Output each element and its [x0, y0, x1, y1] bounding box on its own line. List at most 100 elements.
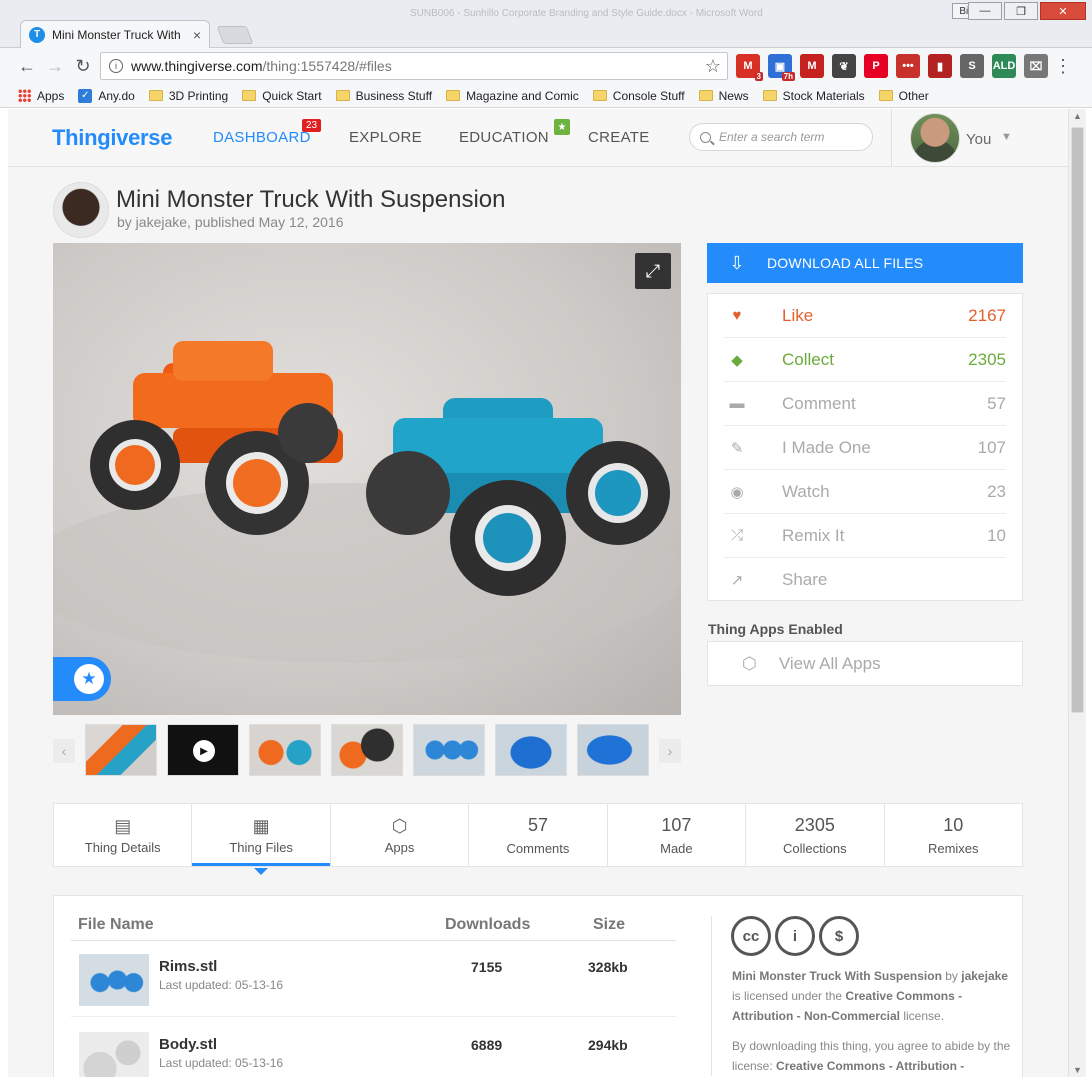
user-menu-label[interactable]: You: [966, 131, 991, 148]
thumbnail-video[interactable]: ▶: [167, 724, 239, 776]
tab-thing-files[interactable]: ▦ Thing Files: [192, 804, 331, 875]
bookmark-star-icon[interactable]: ☆: [705, 56, 721, 77]
page-scrollbar[interactable]: ▲ ▼: [1068, 109, 1086, 1077]
bookmark-label: Apps: [37, 88, 65, 103]
license-author[interactable]: jakejake: [961, 969, 1008, 983]
tab-apps[interactable]: ⬡ Apps: [331, 804, 470, 866]
minimize-button[interactable]: —: [968, 2, 1002, 20]
bookmark-console-stuff[interactable]: Console Stuff: [592, 89, 685, 103]
collect-action[interactable]: ◆ Collect 2305: [724, 338, 1006, 382]
favorite-button[interactable]: ★: [53, 657, 111, 701]
chevron-right-icon[interactable]: ›: [659, 739, 681, 763]
file-name[interactable]: Body.stl: [159, 1036, 217, 1053]
restore-button[interactable]: ❐: [1004, 2, 1038, 20]
gmail-icon[interactable]: M3: [736, 54, 763, 81]
thingiverse-logo[interactable]: Thingiverse: [52, 125, 172, 151]
bookmark-label: Business Stuff: [355, 88, 433, 103]
browser-tab[interactable]: T Mini Monster Truck With ×: [20, 20, 210, 48]
bookmark-any-do[interactable]: ✓ Any.do: [78, 88, 135, 103]
thumbnail-3[interactable]: [249, 724, 321, 776]
bookmark-apps[interactable]: Apps: [18, 89, 64, 103]
bookmark-ext-icon[interactable]: ▮: [928, 54, 952, 78]
chevron-left-icon[interactable]: ‹: [53, 739, 75, 763]
license-thing-name[interactable]: Mini Monster Truck With Suspension: [732, 969, 942, 983]
remix-action[interactable]: ⤮ Remix It 10: [724, 514, 1006, 558]
comment-count: 57: [987, 393, 1006, 413]
close-window-button[interactable]: ✕: [1040, 2, 1086, 20]
file-row[interactable]: Rims.stl Last updated: 05-13-16 7155 328kb: [71, 941, 676, 1017]
fullscreen-expand-icon[interactable]: ⤢: [635, 253, 671, 289]
comment-action[interactable]: ▬ Comment 57: [724, 382, 1006, 426]
thing-tabs: ▤ Thing Details ▦ Thing Files ⬡ Apps 57 Comment…: [53, 803, 1023, 875]
chevron-down-icon[interactable]: ▼: [1001, 131, 1012, 143]
file-updated: Last updated: 05-13-16: [159, 978, 284, 992]
lastpass-icon[interactable]: •••: [896, 54, 920, 78]
main-image[interactable]: ⤢ ★: [53, 243, 681, 715]
share-icon: ↗: [730, 572, 744, 589]
shortcut-ext-icon[interactable]: S: [960, 54, 984, 78]
nav-dashboard[interactable]: DASHBOARD: [213, 129, 311, 146]
back-arrow-icon[interactable]: ←: [14, 53, 40, 79]
reload-icon[interactable]: ↻: [70, 53, 96, 79]
share-action[interactable]: ↗ Share: [724, 558, 1006, 602]
address-bar[interactable]: i www.thingiverse.com/thing:1557428/#fil…: [100, 52, 728, 80]
bookmark-label: Other: [898, 88, 929, 103]
author-avatar[interactable]: [53, 182, 109, 238]
watch-action[interactable]: ◉ Watch 23: [724, 470, 1006, 514]
folder-icon: [335, 90, 350, 101]
view-all-apps-button[interactable]: ⬡ View All Apps: [707, 641, 1023, 686]
thumbnail-5[interactable]: [413, 724, 485, 776]
new-tab-button[interactable]: [216, 26, 254, 44]
nav-education[interactable]: EDUCATION: [459, 129, 549, 146]
extension-badge: 7h: [781, 72, 795, 81]
bookmark-business-stuff[interactable]: Business Stuff: [335, 88, 433, 103]
made-count: 107: [977, 437, 1006, 457]
made-action[interactable]: ✎ I Made One 107: [724, 426, 1006, 470]
thumbnail-7[interactable]: [577, 724, 649, 776]
bookmark-news[interactable]: News: [698, 89, 749, 103]
bookmark-3d-printing[interactable]: 3D Printing: [148, 89, 228, 103]
file-thumbnail[interactable]: [79, 954, 149, 1006]
evernote-icon[interactable]: ❦: [832, 54, 856, 78]
info-icon[interactable]: i: [109, 59, 123, 73]
play-icon: ▶: [193, 740, 215, 762]
file-name[interactable]: Rims.stl: [159, 958, 217, 975]
tab-remixes[interactable]: 10 Remixes: [885, 804, 1022, 866]
thumbnail-4[interactable]: [331, 724, 403, 776]
chat-icon[interactable]: ▣ 7h: [768, 54, 795, 81]
scrollbar-thumb[interactable]: [1071, 127, 1084, 713]
cast-icon[interactable]: ⌧: [1024, 54, 1048, 78]
scroll-up-icon[interactable]: ▲: [1073, 111, 1082, 121]
file-thumbnail[interactable]: [79, 1032, 149, 1077]
eye-icon: ◉: [730, 483, 744, 501]
tab-thing-details[interactable]: ▤ Thing Details: [54, 804, 193, 866]
ald-icon[interactable]: ALD: [992, 54, 1016, 78]
thumbnail-6[interactable]: [495, 724, 567, 776]
file-row[interactable]: Body.stl Last updated: 05-13-16 6889 294kb: [71, 1019, 676, 1077]
close-tab-icon[interactable]: ×: [193, 27, 201, 43]
scroll-down-icon[interactable]: ▼: [1073, 1065, 1082, 1075]
tab-comments[interactable]: 57 Comments: [469, 804, 608, 866]
menu-kebab-icon[interactable]: ⋮: [1050, 53, 1076, 79]
tab-collections[interactable]: 2305 Collections: [746, 804, 885, 866]
monster-trucks-image: [53, 341, 681, 663]
bookmark-magazine-and-comic[interactable]: Magazine and Comic: [446, 89, 579, 103]
user-avatar[interactable]: [910, 113, 960, 163]
license-abide-name[interactable]: Creative Commons - Attribution -: [776, 1059, 964, 1073]
comments-count: 57: [527, 814, 548, 835]
forward-arrow-icon[interactable]: →: [42, 53, 68, 79]
bookmark-other[interactable]: Other: [878, 88, 929, 103]
bookmark-quick-start[interactable]: Quick Start: [242, 89, 322, 103]
non-commercial-icon: $: [819, 916, 859, 956]
nav-explore[interactable]: EXPLORE: [349, 129, 422, 146]
tab-made[interactable]: 107 Made: [608, 804, 747, 866]
like-action[interactable]: ♥ Like 2167: [724, 294, 1006, 338]
search-input[interactable]: Enter a search term: [689, 123, 873, 151]
download-all-files-button[interactable]: ⇩ DOWNLOAD ALL FILES: [707, 243, 1023, 283]
nav-create[interactable]: CREATE: [588, 129, 650, 146]
thumbnail-1[interactable]: [85, 724, 157, 776]
pinterest-icon[interactable]: P: [864, 54, 888, 78]
bookmark-stock-materials[interactable]: Stock Materials: [762, 89, 865, 103]
gmail-alt-icon[interactable]: M: [800, 54, 824, 78]
license-by: by: [941, 969, 962, 983]
